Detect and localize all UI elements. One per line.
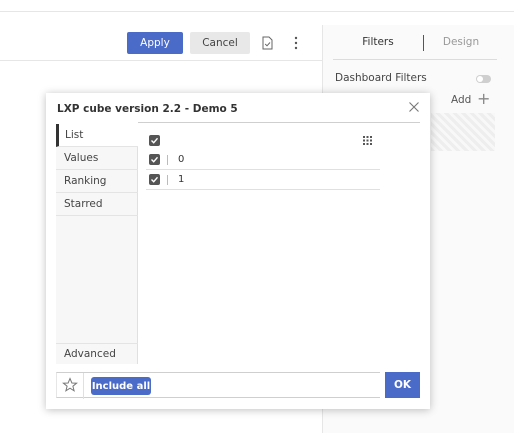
filter-dialog: LXP cube version 2.2 - Demo 5 List Value… — [46, 93, 430, 409]
nav-item-advanced[interactable]: Advanced — [56, 343, 138, 364]
nav-item-list[interactable]: List — [56, 124, 138, 147]
row-divider — [167, 155, 168, 165]
row-separator — [146, 169, 380, 170]
row-checkbox[interactable] — [149, 154, 160, 165]
close-icon[interactable] — [408, 101, 420, 113]
footer-divider — [83, 373, 84, 399]
list-item-value: 1 — [178, 174, 185, 185]
apply-button[interactable]: Apply — [127, 32, 183, 54]
document-check-icon[interactable] — [262, 36, 273, 50]
dialog-footer: Include all OK — [56, 372, 420, 399]
grid-icon[interactable] — [363, 136, 372, 145]
dashboard-filters-label: Dashboard Filters — [335, 72, 427, 84]
nav-item-starred[interactable]: Starred — [56, 193, 138, 216]
dashboard-filters-toggle[interactable] — [476, 75, 491, 83]
star-icon[interactable] — [62, 377, 78, 393]
nav-item-values[interactable]: Values — [56, 147, 138, 170]
footer-bar: Include all — [56, 372, 380, 399]
tab-filters[interactable]: Filters — [333, 36, 423, 48]
ok-button[interactable]: OK — [385, 372, 420, 398]
tab-design[interactable]: Design — [424, 36, 498, 48]
select-all-checkbox[interactable] — [149, 135, 160, 146]
plus-icon[interactable]: + — [477, 89, 490, 108]
nav-item-ranking[interactable]: Ranking — [56, 170, 138, 193]
row-divider — [167, 175, 168, 185]
dialog-header-divider — [138, 122, 420, 123]
toolbar: Apply Cancel — [0, 25, 322, 61]
filter-placeholder — [431, 113, 495, 151]
right-panel-tabs: Filters Design — [333, 25, 497, 60]
add-filter-label[interactable]: Add — [451, 94, 471, 106]
more-vertical-icon[interactable] — [293, 35, 299, 51]
top-strip — [0, 0, 514, 12]
list-item-value: 0 — [178, 154, 185, 165]
row-checkbox[interactable] — [149, 174, 160, 185]
cancel-button[interactable]: Cancel — [190, 32, 250, 54]
include-all-button[interactable]: Include all — [91, 377, 151, 395]
dialog-side-nav: List Values Ranking Starred Advanced — [56, 124, 138, 364]
row-separator — [146, 189, 380, 190]
dialog-title: LXP cube version 2.2 - Demo 5 — [57, 103, 238, 115]
